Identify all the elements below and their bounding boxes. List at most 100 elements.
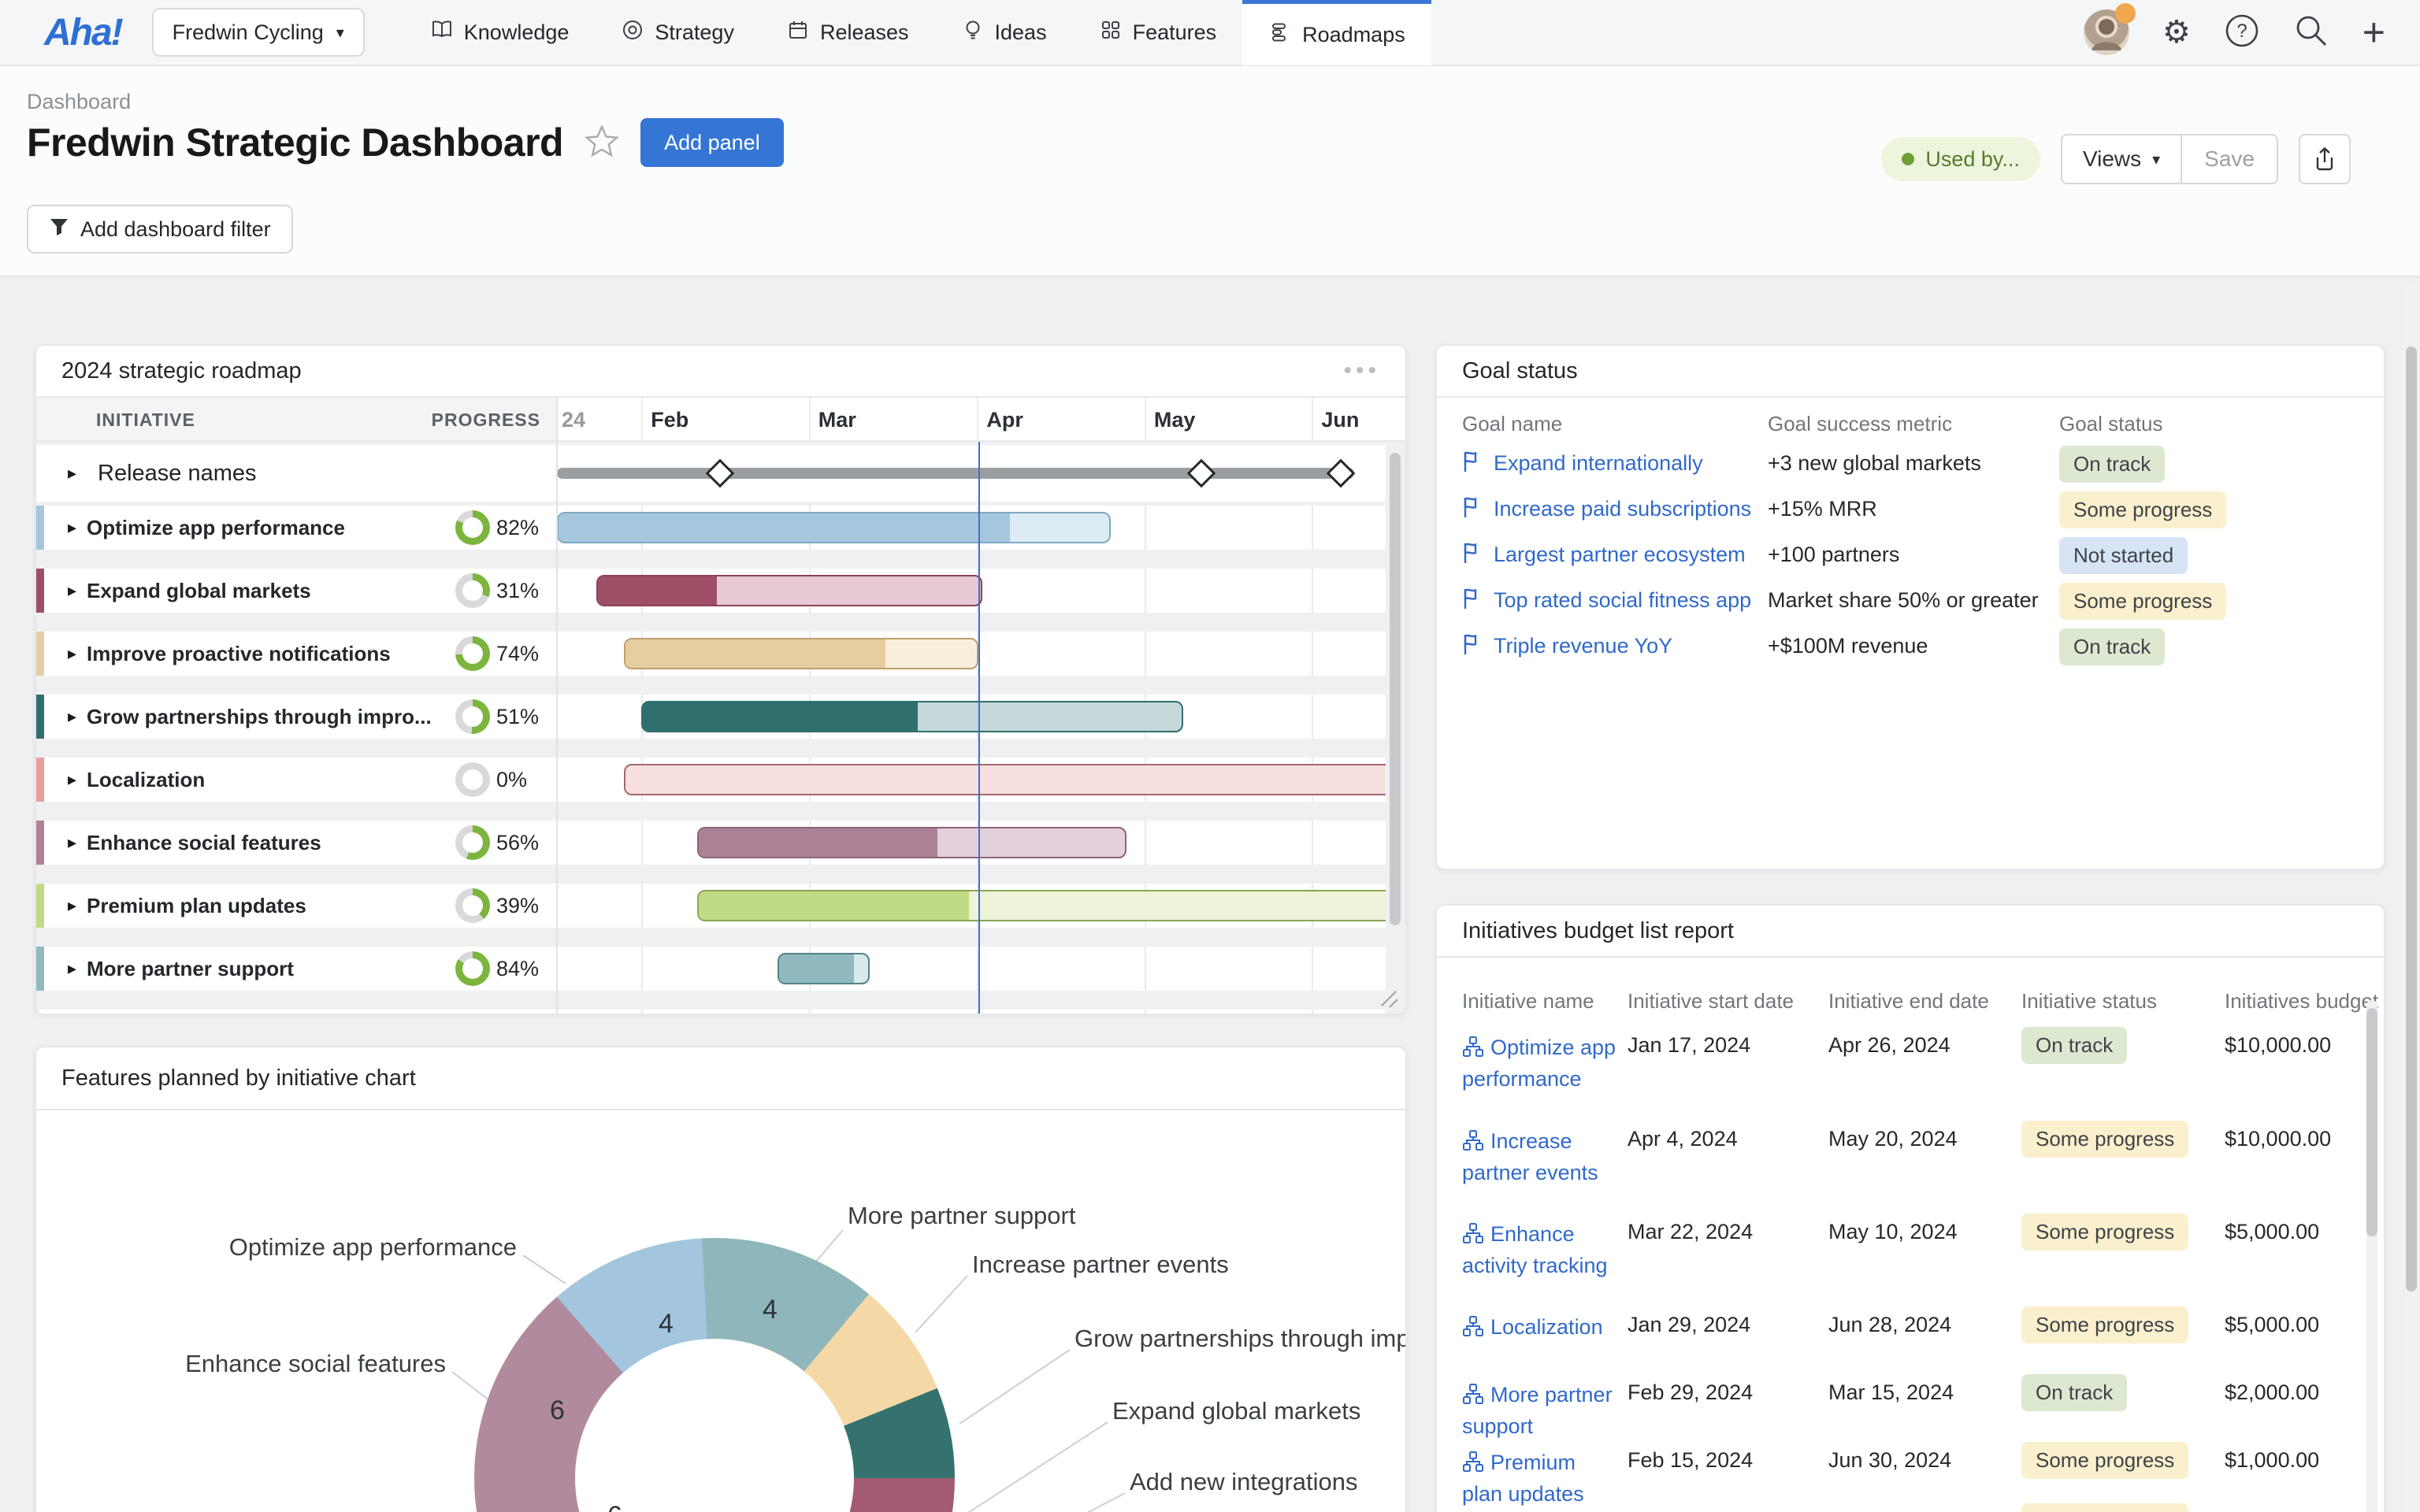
caret-right-icon[interactable]: ▸ (68, 445, 76, 502)
used-by-badge[interactable]: Used by... (1881, 137, 2040, 181)
caret-right-icon[interactable]: ▸ (68, 947, 76, 991)
budget-scrollbar[interactable] (2366, 1008, 2377, 1236)
goal-row: Expand internationally +3 new global mar… (1437, 440, 2384, 486)
milestone-diamond-icon[interactable] (706, 459, 735, 488)
help-icon[interactable]: ? (2224, 13, 2260, 53)
add-panel-button[interactable]: Add panel (640, 118, 784, 167)
month-label: Mar (818, 398, 856, 442)
nav-item-knowledge[interactable]: Knowledge (404, 0, 596, 65)
gantt-row[interactable]: ▸Improve proactive notifications74% (36, 632, 1386, 676)
nav-item-releases[interactable]: Releases (760, 0, 935, 65)
callout-optimize: Optimize app performance (210, 1233, 517, 1262)
progress-value: 31% (496, 569, 539, 613)
gantt-row[interactable]: ▸Grow partnerships through impro...51% (36, 695, 1386, 739)
gantt-bar[interactable] (697, 890, 1386, 921)
gantt-row[interactable]: ▸Expand global markets31% (36, 569, 1386, 613)
status-badge: Some progress (2059, 491, 2226, 528)
gantt-group-row[interactable]: ▸ Release names (36, 445, 1386, 502)
share-icon (2311, 146, 2338, 172)
goal-metric: +$100M revenue (1768, 623, 1928, 669)
initiative-link[interactable]: Localization (1490, 1315, 1603, 1339)
gantt-bar[interactable] (641, 701, 1183, 732)
initiative-name: Premium plan updates (87, 884, 306, 928)
views-button[interactable]: Views ▾ (2061, 134, 2182, 184)
start-date-cell: Apr 4, 2024 (1628, 1127, 1738, 1151)
budget-col-end: Initiative end date (1828, 989, 1989, 1014)
plus-icon[interactable]: + (2362, 13, 2385, 52)
flag-icon (1461, 450, 1484, 477)
gantt-bar[interactable] (557, 512, 1111, 543)
gantt-bar[interactable] (697, 827, 1126, 858)
gantt-bar[interactable] (624, 638, 978, 669)
search-icon[interactable] (2293, 13, 2329, 53)
caret-right-icon[interactable]: ▸ (68, 695, 76, 739)
goal-link[interactable]: Increase paid subscriptions (1494, 486, 1751, 532)
initiative-color-chip (36, 758, 44, 802)
end-date-cell: Apr 26, 2024 (1828, 1033, 1950, 1058)
initiative-name: Grow partnerships through impro... (87, 695, 432, 739)
nav-item-ideas[interactable]: Ideas (935, 0, 1073, 65)
caret-right-icon[interactable]: ▸ (68, 758, 76, 802)
initiative-link[interactable]: Optimize app performance (1462, 1036, 1616, 1091)
features-chart-panel: Features planned by initiative chart Opt… (35, 1046, 1407, 1512)
gantt-row[interactable]: ▸More partner support84% (36, 947, 1386, 991)
svg-text:?: ? (2236, 20, 2247, 42)
end-date-cell: Mar 15, 2024 (1828, 1380, 1954, 1405)
gantt-row[interactable]: ▸Premium plan updates39% (36, 884, 1386, 928)
caret-right-icon[interactable]: ▸ (68, 506, 76, 550)
panel-menu-icon[interactable]: ••• (1343, 358, 1380, 384)
gantt-row[interactable]: ▸Enhance social features56% (36, 821, 1386, 865)
save-button[interactable]: Save (2182, 134, 2278, 184)
gantt-bar[interactable] (778, 953, 870, 984)
initiative-color-chip (36, 947, 44, 991)
gantt-row[interactable]: ▸Localization0% (36, 758, 1386, 802)
today-line (978, 442, 980, 1014)
nav-right: ⚙ ? + (2084, 9, 2385, 55)
share-button[interactable] (2299, 134, 2351, 184)
budget-cell: $5,000.00 (2225, 1220, 2319, 1244)
green-dot-icon (1902, 153, 1914, 165)
status-badge: Some progress (2059, 583, 2226, 620)
milestone-diamond-icon[interactable] (1187, 459, 1216, 488)
initiative-icon (1462, 1451, 1484, 1473)
slice-value-more-partner: 4 (763, 1295, 778, 1325)
gantt-row[interactable]: ▸Optimize app performance82% (36, 506, 1386, 550)
gantt-row[interactable] (36, 1010, 1386, 1014)
nav-item-strategy[interactable]: Strategy (595, 0, 760, 65)
star-icon[interactable] (584, 123, 620, 163)
budget-cell: $5,000.00 (2225, 1313, 2319, 1337)
goal-link[interactable]: Expand internationally (1494, 440, 1703, 486)
goal-link[interactable]: Triple revenue YoY (1494, 623, 1672, 669)
initiative-link[interactable]: More partner support (1462, 1383, 1613, 1438)
caret-right-icon[interactable]: ▸ (68, 632, 76, 676)
gantt-scrollbar[interactable] (1390, 453, 1401, 925)
progress-ring (455, 510, 490, 545)
milestone-diamond-icon[interactable] (1327, 459, 1356, 488)
initiative-link-cell: Optimize app performance (1462, 1032, 1616, 1095)
page-scrollbar[interactable] (2406, 346, 2417, 1292)
resize-handle-icon[interactable] (1379, 988, 1399, 1009)
goal-metric: +100 partners (1768, 532, 1899, 577)
progress-value: 56% (496, 821, 539, 865)
goal-link[interactable]: Top rated social fitness app (1494, 577, 1751, 623)
gantt-chart: 24FebMarAprMayJun INITIATIVE PROGRESS ▸ … (36, 398, 1405, 1014)
goal-col-name: Goal name (1462, 412, 1562, 436)
gantt-bar[interactable] (624, 764, 1386, 795)
add-dashboard-filter-button[interactable]: Add dashboard filter (27, 205, 293, 254)
avatar[interactable] (2084, 9, 2129, 55)
workspace-dropdown[interactable]: Fredwin Cycling ▾ (152, 8, 365, 57)
caret-right-icon[interactable]: ▸ (68, 569, 76, 613)
goal-row: Largest partner ecosystem +100 partners … (1437, 532, 2384, 577)
gantt-bar[interactable] (596, 575, 982, 606)
nav-item-features[interactable]: Features (1073, 0, 1243, 65)
progress-ring (455, 888, 490, 923)
aha-logo[interactable]: Aha! (44, 11, 122, 54)
caret-right-icon[interactable]: ▸ (68, 884, 76, 928)
funnel-icon (49, 217, 69, 243)
breadcrumb[interactable]: Dashboard (27, 90, 131, 114)
budget-panel: Initiatives budget list report Initiativ… (1435, 904, 2385, 1512)
caret-right-icon[interactable]: ▸ (68, 821, 76, 865)
gear-icon[interactable]: ⚙ (2162, 17, 2191, 48)
nav-item-roadmaps[interactable]: Roadmaps (1242, 0, 1431, 65)
goal-link[interactable]: Largest partner ecosystem (1494, 532, 1746, 577)
